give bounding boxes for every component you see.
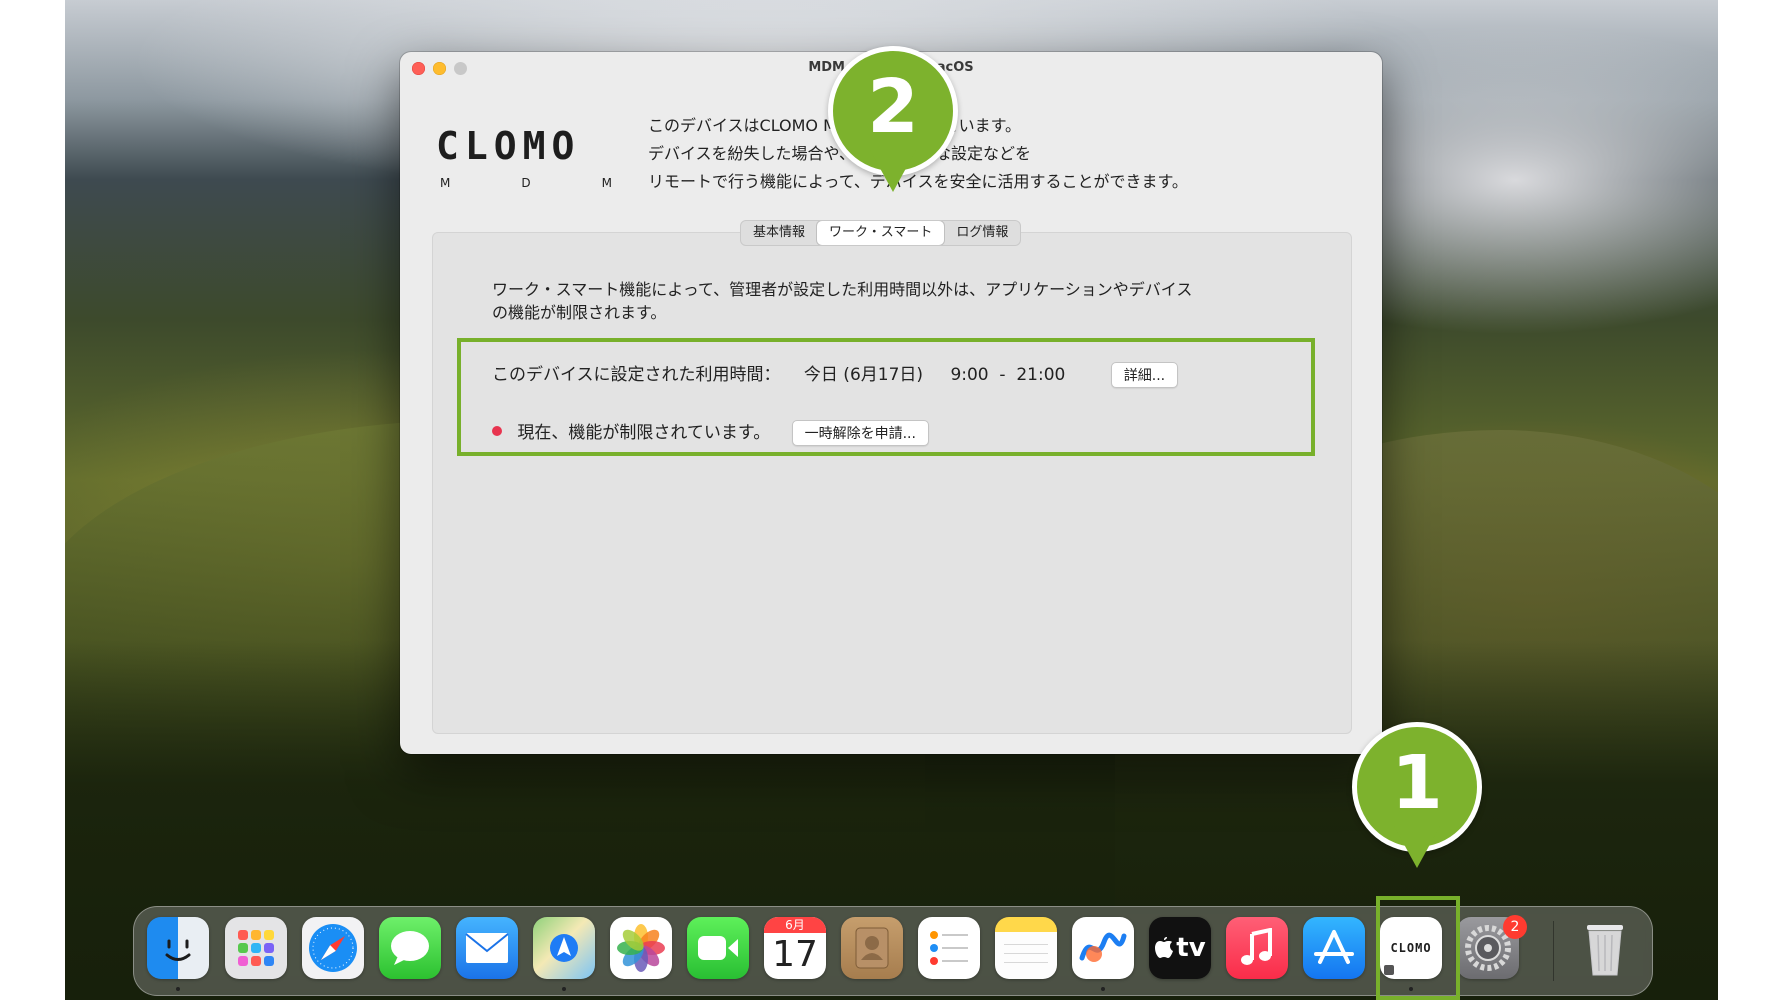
freeform-icon[interactable] bbox=[1072, 917, 1134, 979]
calendar-icon[interactable]: 6月 17 bbox=[764, 917, 826, 979]
status-row: 現在、機能が制限されています。 一時解除を申請... bbox=[492, 418, 929, 446]
schedule-time: 9:00 - 21:00 bbox=[950, 365, 1066, 385]
contacts-icon[interactable] bbox=[841, 917, 903, 979]
safari-icon[interactable] bbox=[302, 917, 364, 979]
schedule-date: 今日 (6月17日) bbox=[803, 365, 924, 385]
mail-icon[interactable] bbox=[456, 917, 518, 979]
running-indicator bbox=[562, 987, 566, 991]
notification-badge: 2 bbox=[1503, 915, 1527, 939]
messages-icon[interactable] bbox=[379, 917, 441, 979]
trash-icon[interactable] bbox=[1574, 917, 1636, 979]
tab-bar: 基本情報 ワーク・スマート ログ情報 bbox=[740, 220, 1022, 246]
intro-text: このデバイスはCLOMO MDMで管理されています。 デバイスを紛失した場合や、… bbox=[648, 112, 1348, 196]
callout-number: 1 bbox=[1391, 740, 1443, 826]
logo-sub-letter: M bbox=[440, 176, 451, 190]
logo-sub-letter: D bbox=[521, 176, 531, 190]
tab-work-smart[interactable]: ワーク・スマート bbox=[817, 221, 945, 245]
photos-icon[interactable] bbox=[610, 917, 672, 979]
intro-line: このデバイスはCLOMO MDMで管理されています。 bbox=[648, 116, 1021, 135]
dock-highlight-box bbox=[1376, 896, 1460, 1000]
calendar-month: 6月 bbox=[764, 917, 826, 933]
notes-icon[interactable] bbox=[995, 917, 1057, 979]
reminders-icon[interactable] bbox=[918, 917, 980, 979]
tab-basic-info[interactable]: 基本情報 bbox=[741, 221, 817, 245]
work-smart-description: ワーク・スマート機能によって、管理者が設定した利用時間以外は、アプリケーションや… bbox=[492, 278, 1312, 324]
intro-line: デバイスを紛失した場合や、組織で必要な設定などを bbox=[648, 144, 1032, 163]
facetime-icon[interactable] bbox=[687, 917, 749, 979]
request-unlock-button[interactable]: 一時解除を申請... bbox=[791, 420, 929, 446]
app-store-icon[interactable] bbox=[1303, 917, 1365, 979]
status-text: 現在、機能が制限されています。 bbox=[517, 423, 771, 443]
calendar-day: 17 bbox=[772, 934, 818, 975]
intro-line: リモートで行う機能によって、デバイスを安全に活用することができます。 bbox=[648, 172, 1188, 191]
details-button[interactable]: 詳細... bbox=[1110, 362, 1179, 388]
description-line: ワーク・スマート機能によって、管理者が設定した利用時間以外は、アプリケーションや… bbox=[492, 280, 1193, 299]
launchpad-icon[interactable] bbox=[225, 917, 287, 979]
schedule-label: このデバイスに設定された利用時間： bbox=[492, 365, 781, 385]
schedule-row: このデバイスに設定された利用時間： 今日 (6月17日) 9:00 - 21:0… bbox=[492, 360, 1179, 388]
callout-marker-2: 2 bbox=[828, 46, 958, 196]
apple-tv-label: tv bbox=[1176, 933, 1206, 963]
apple-tv-icon[interactable]: tv bbox=[1149, 917, 1211, 979]
dock-separator bbox=[1553, 921, 1554, 981]
running-indicator bbox=[176, 987, 180, 991]
logo-sub-letter: M bbox=[601, 176, 612, 190]
callout-number: 2 bbox=[867, 64, 919, 150]
description-line: の機能が制限されます。 bbox=[492, 303, 667, 322]
maps-icon[interactable] bbox=[533, 917, 595, 979]
finder-icon[interactable] bbox=[147, 917, 209, 979]
tab-log-info[interactable]: ログ情報 bbox=[944, 221, 1020, 245]
running-indicator bbox=[1101, 987, 1105, 991]
clomo-mdm-logo: CLOMO M D M bbox=[436, 124, 616, 204]
music-icon[interactable] bbox=[1226, 917, 1288, 979]
callout-marker-1: 1 bbox=[1352, 722, 1482, 872]
logo-subtitle: M D M bbox=[440, 176, 612, 190]
status-dot-icon bbox=[492, 426, 502, 436]
logo-wordmark: CLOMO bbox=[436, 124, 581, 168]
